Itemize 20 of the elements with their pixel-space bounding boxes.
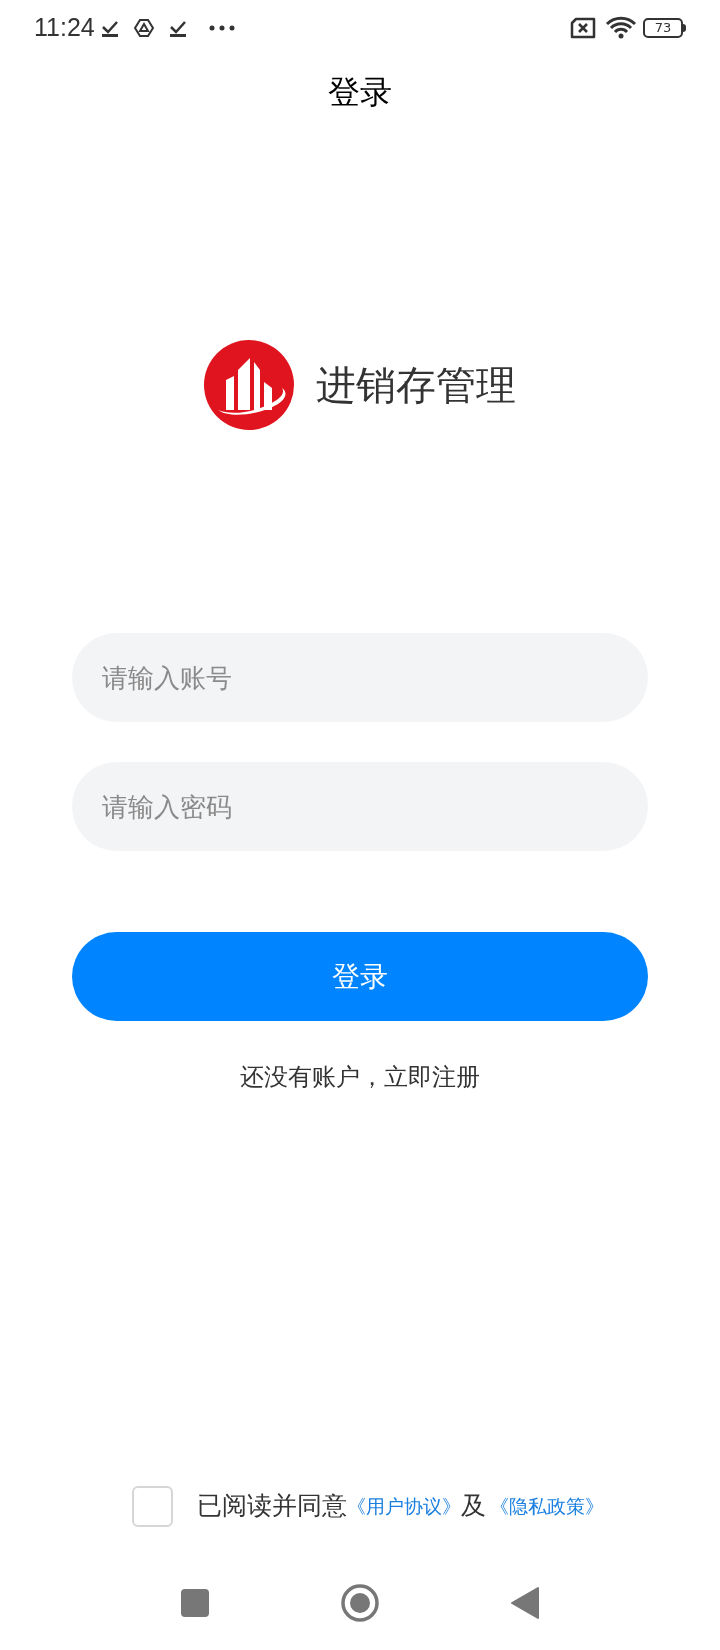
home-icon[interactable]	[340, 1583, 380, 1623]
status-time: 11:24	[34, 11, 95, 43]
register-link[interactable]: 还没有账户，立即注册	[240, 1059, 480, 1095]
more-icon	[208, 24, 235, 31]
login-button[interactable]: 登录	[72, 932, 648, 1021]
agreement-text: 已阅读并同意	[197, 1490, 347, 1523]
password-field[interactable]: 请输入密码	[72, 762, 648, 851]
recents-icon[interactable]	[180, 1588, 210, 1618]
battery-icon: 73	[643, 17, 686, 38]
triangle-icon	[132, 17, 155, 38]
app-name: 进销存管理	[316, 361, 516, 410]
no-sim-icon	[569, 16, 597, 39]
user-agreement-link[interactable]: 《用户协议》	[347, 1491, 461, 1521]
privacy-policy-link[interactable]: 《隐私政策》	[490, 1491, 604, 1521]
agreement-checkbox[interactable]	[132, 1485, 173, 1527]
wifi-icon	[605, 15, 637, 40]
account-field[interactable]: 请输入账号	[72, 633, 648, 722]
back-icon[interactable]	[510, 1586, 540, 1620]
conjunction-text: 及	[461, 1490, 486, 1523]
page-title: 登录	[328, 72, 392, 113]
